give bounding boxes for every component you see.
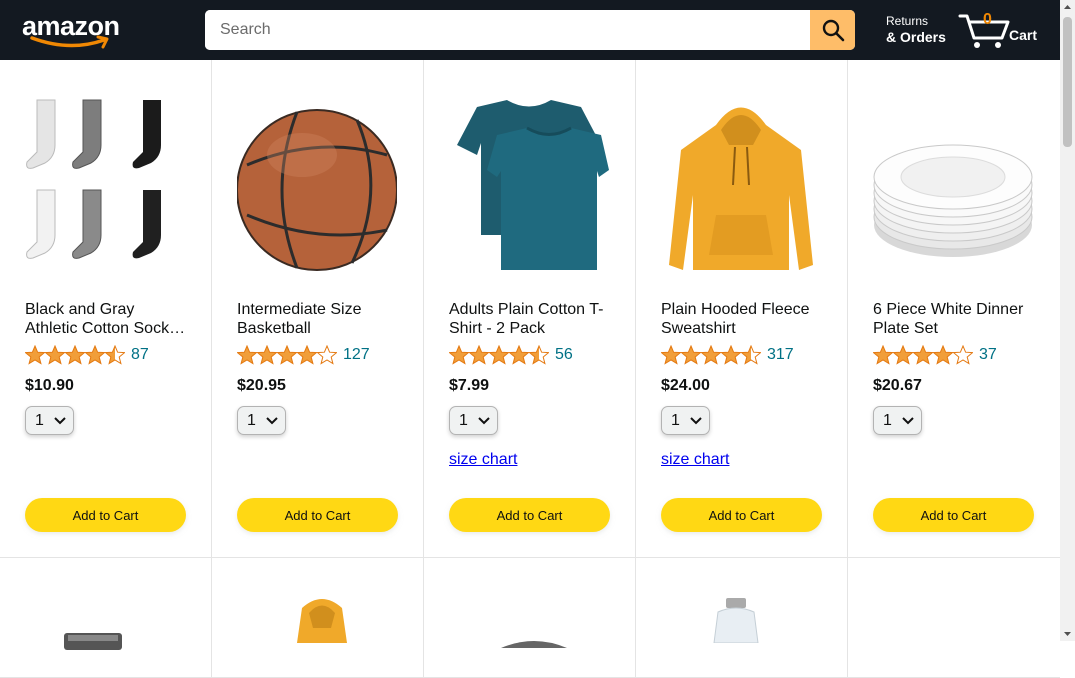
quantity-select[interactable]: 1	[25, 406, 74, 435]
add-to-cart-button[interactable]: Add to Cart	[449, 498, 610, 532]
search-icon	[822, 19, 844, 42]
quantity-value: 1	[247, 411, 256, 429]
product-card	[212, 558, 424, 678]
chevron-down-icon	[690, 417, 702, 425]
search-bar	[205, 10, 855, 50]
cart-count: 0	[983, 11, 992, 28]
amazon-logo[interactable]: amazon	[22, 8, 132, 50]
product-price: $7.99	[449, 377, 490, 394]
add-to-cart-button[interactable]: Add to Cart	[237, 498, 398, 532]
product-card: Intermediate Size Basketball 127 $20.95 …	[212, 60, 424, 558]
sock	[26, 99, 161, 259]
product-grid: Black and Gray Athletic Cotton Sock… 87 …	[0, 60, 1060, 678]
review-count[interactable]: 37	[979, 346, 997, 364]
review-count[interactable]: 317	[767, 346, 794, 364]
search-input[interactable]	[205, 10, 810, 50]
product-rating[interactable]: 127	[237, 345, 370, 365]
hoodie-image[interactable]	[661, 95, 821, 280]
quantity-select[interactable]: 1	[661, 406, 710, 435]
quantity-select[interactable]: 1	[873, 406, 922, 435]
quantity-value: 1	[883, 411, 892, 429]
product-card	[636, 558, 848, 678]
product-price: $10.90	[25, 377, 74, 394]
basketball-image[interactable]	[237, 95, 397, 280]
product-card: Plain Hooded Fleece Sweatshirt 317 $24.0…	[636, 60, 848, 558]
product-title[interactable]: 6 Piece White Dinner Plate Set	[873, 300, 1038, 338]
product-rating[interactable]: 56	[449, 345, 573, 365]
review-count[interactable]: 127	[343, 346, 370, 364]
toaster-image[interactable]	[62, 630, 132, 650]
product-price: $20.67	[873, 377, 922, 394]
product-title[interactable]: Adults Plain Cotton T-Shirt - 2 Pack	[449, 300, 614, 338]
product-card: Adults Plain Cotton T-Shirt - 2 Pack 56 …	[424, 60, 636, 558]
hoodie-image[interactable]	[287, 598, 357, 643]
detergent-image[interactable]	[706, 598, 766, 643]
chevron-down-icon	[478, 417, 490, 425]
tshirt-image[interactable]	[449, 95, 609, 280]
size-chart-link[interactable]: size chart	[449, 451, 517, 469]
product-card	[0, 558, 212, 678]
cart-label: Cart	[1009, 27, 1038, 43]
returns-orders-link[interactable]: Returns & Orders	[886, 13, 946, 45]
product-price: $24.00	[661, 377, 710, 394]
product-rating[interactable]: 37	[873, 345, 997, 365]
quantity-value: 1	[35, 411, 44, 429]
add-to-cart-button[interactable]: Add to Cart	[873, 498, 1034, 532]
review-count[interactable]: 87	[131, 346, 149, 364]
add-to-cart-button[interactable]: Add to Cart	[25, 498, 186, 532]
quantity-value: 1	[459, 411, 468, 429]
cart-button[interactable]: 0 Cart	[958, 10, 1043, 50]
product-card	[848, 558, 1060, 678]
star-rating-icon	[449, 345, 549, 365]
product-title[interactable]: Intermediate Size Basketball	[237, 300, 402, 338]
scrollbar-thumb[interactable]	[1063, 17, 1072, 147]
chevron-down-icon	[902, 417, 914, 425]
logo-smile-icon	[30, 35, 109, 49]
star-rating-icon	[25, 345, 125, 365]
size-chart-link[interactable]: size chart	[661, 451, 729, 469]
star-rating-icon	[237, 345, 337, 365]
review-count[interactable]: 56	[555, 346, 573, 364]
socks-image[interactable]	[25, 95, 185, 280]
chevron-down-icon	[54, 417, 66, 425]
star-rating-icon	[873, 345, 973, 365]
product-card: Black and Gray Athletic Cotton Sock… 87 …	[0, 60, 212, 558]
top-nav-bar: amazon Returns & Orders 0 Cart	[0, 0, 1060, 60]
vertical-scrollbar[interactable]	[1060, 0, 1075, 641]
product-title[interactable]: Plain Hooded Fleece Sweatshirt	[661, 300, 826, 338]
returns-label: Returns	[886, 14, 929, 28]
search-button[interactable]	[810, 10, 855, 50]
add-to-cart-button[interactable]: Add to Cart	[661, 498, 822, 532]
scroll-down-icon[interactable]	[1060, 626, 1075, 641]
star-rating-icon	[661, 345, 761, 365]
product-rating[interactable]: 87	[25, 345, 149, 365]
quantity-value: 1	[671, 411, 680, 429]
orders-label: & Orders	[886, 29, 946, 45]
quantity-select[interactable]: 1	[237, 406, 286, 435]
product-title[interactable]: Black and Gray Athletic Cotton Sock…	[25, 300, 190, 338]
chevron-down-icon	[266, 417, 278, 425]
plates-image[interactable]	[873, 95, 1033, 280]
product-price: $20.95	[237, 377, 286, 394]
scroll-up-icon[interactable]	[1060, 0, 1075, 15]
product-rating[interactable]: 317	[661, 345, 794, 365]
quantity-select[interactable]: 1	[449, 406, 498, 435]
product-card	[424, 558, 636, 678]
gray-item-image[interactable]	[499, 636, 569, 648]
product-card: 6 Piece White Dinner Plate Set 37 $20.67…	[848, 60, 1060, 558]
